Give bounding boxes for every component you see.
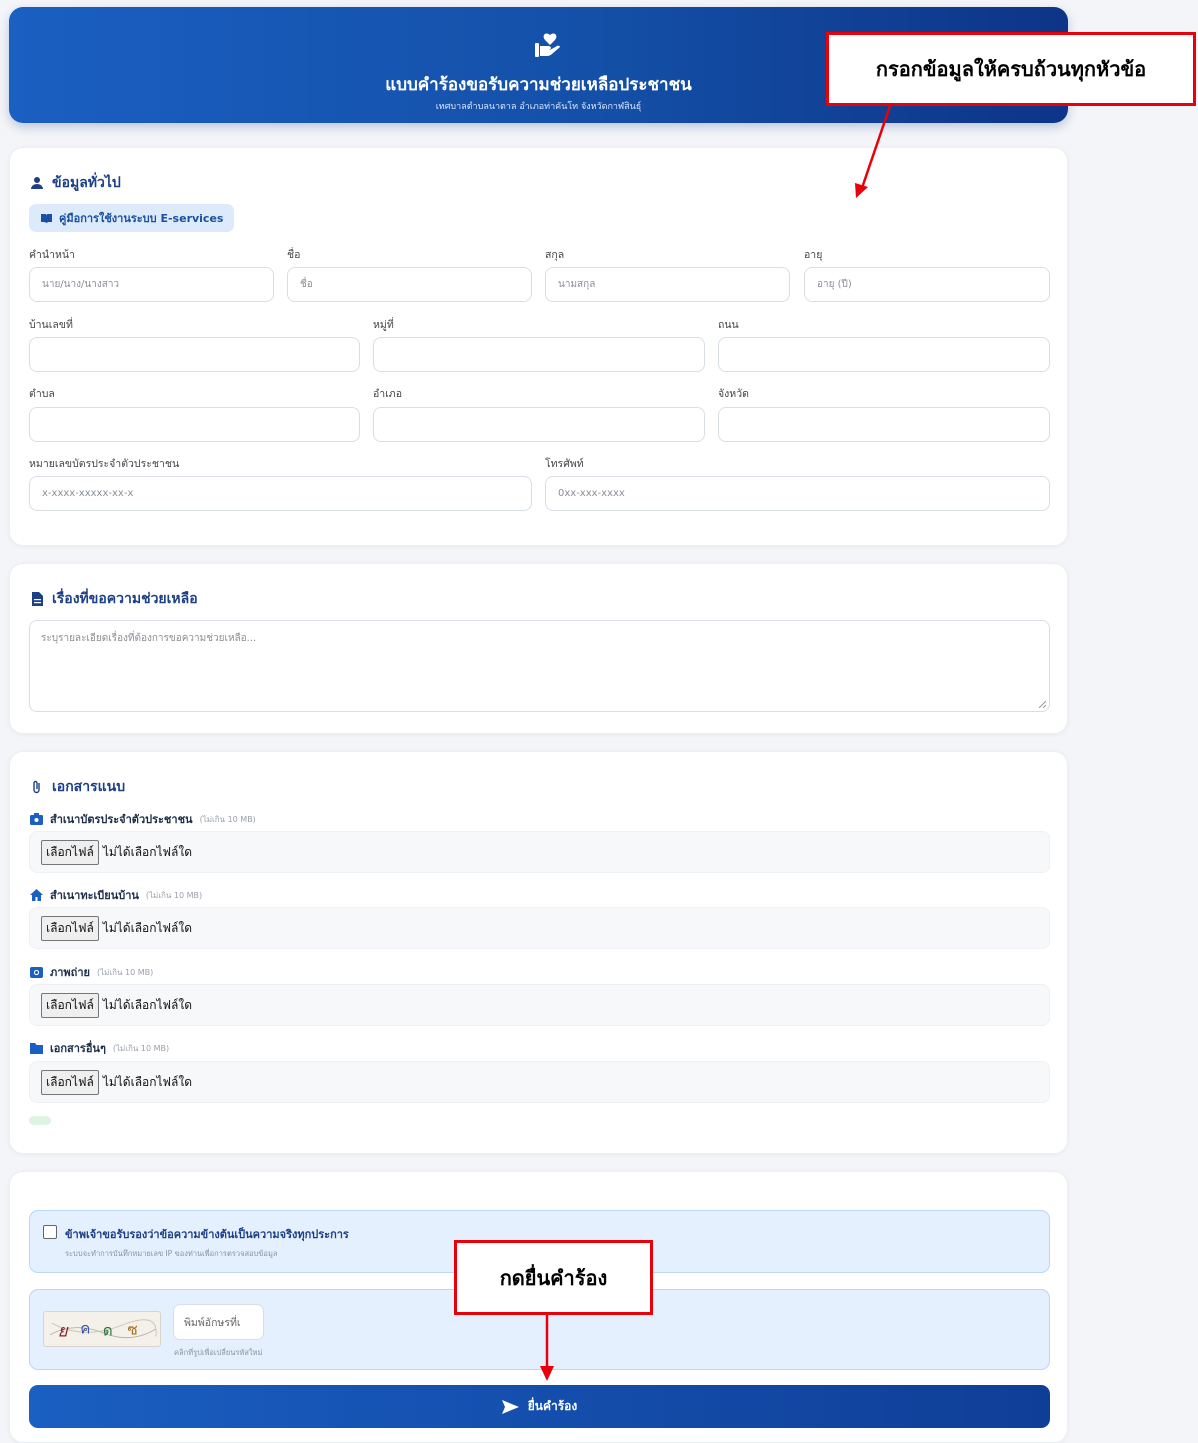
submit-button[interactable]: ยื่นคำร้อง [29,1385,1050,1428]
book-icon [41,213,52,223]
id-card-icon [30,813,43,825]
request-card: เรื่องที่ขอความช่วยเหลือ ระบุรายละเอียดเ… [9,563,1068,734]
last-name-input[interactable]: นามสกุล [545,267,790,302]
file-status: ไม่ได้เลือกไฟล์ใด [102,1074,193,1089]
captcha-image[interactable]: ย ค ด ซ [43,1311,161,1347]
choose-file-button[interactable]: เลือกไฟล์ [41,992,99,1018]
file-status: ไม่ได้เลือกไฟล์ใด [102,844,193,859]
road-input[interactable] [718,337,1050,372]
house-icon [30,889,43,901]
svg-text:ย: ย [58,1322,69,1342]
general-info-card: ข้อมูลทั่วไป คู่มือการใช้งานระบบ E-servi… [9,147,1068,546]
moo-input[interactable] [373,337,705,372]
house-reg-file-input[interactable]: เลือกไฟล์ ไม่ได้เลือกไฟล์ใด [29,907,1050,949]
subdistrict-input[interactable] [29,407,360,442]
request-details-textarea[interactable]: ระบุรายละเอียดเรื่องที่ต้องการขอความช่วย… [29,620,1050,712]
certify-label: ข้าพเจ้าขอรับรองว่าข้อความข้างต้นเป็นควา… [65,1228,349,1241]
road-label: ถนน [718,319,739,331]
house-no-input[interactable] [29,337,360,372]
user-icon [31,177,43,189]
paperclip-icon [33,780,40,794]
certify-checkbox[interactable] [43,1225,57,1239]
first-name-input[interactable]: ชื่อ [287,267,532,302]
request-title: เรื่องที่ขอความช่วยเหลือ [30,588,198,610]
house-reg-file-label: สำเนาทะเบียนบ้าน (ไม่เกิน 10 MB) [30,886,202,904]
id-card-file-input[interactable]: เลือกไฟล์ ไม่ได้เลือกไฟล์ใด [29,831,1050,873]
attachments-card: เอกสารแนบ สำเนาบัตรประจำตัวประชาชน (ไม่เ… [9,751,1068,1154]
user-manual-button[interactable]: คู่มือการใช้งานระบบ E-services [29,204,235,232]
age-input[interactable]: อายุ (ปี) [804,267,1050,302]
choose-file-button[interactable]: เลือกไฟล์ [41,915,99,941]
camera-icon [30,967,43,978]
send-icon [501,1399,519,1414]
other-docs-file-label: เอกสารอื่นๆ (ไม่เกิน 10 MB) [30,1039,169,1057]
prefix-label: คำนำหน้า [29,249,75,261]
hand-heart-icon [535,33,560,57]
submit-callout: กดยื่นคำร้อง [454,1240,653,1315]
moo-label: หมู่ที่ [373,319,394,331]
general-info-title: ข้อมูลทั่วไป [30,172,121,194]
resize-handle-icon[interactable] [1038,700,1046,708]
province-label: จังหวัด [718,388,749,400]
last-name-label: สกุล [545,249,565,261]
folder-icon [30,1043,43,1054]
captcha-input[interactable]: พิมพ์อักษรที่เ [173,1304,264,1340]
upload-progress-pill [29,1116,51,1125]
subdistrict-label: ตำบล [29,388,55,400]
id-card-input[interactable]: x-xxxx-xxxxx-xx-x [29,476,532,511]
captcha-note: คลิกที่รูปเพื่อเปลี่ยนรหัสใหม่ [174,1348,263,1357]
photo-file-input[interactable]: เลือกไฟล์ ไม่ได้เลือกไฟล์ใด [29,984,1050,1026]
phone-label: โทรศัพท์ [545,458,584,470]
document-icon [32,592,43,606]
age-label: อายุ [804,249,823,261]
province-input[interactable] [718,407,1050,442]
phone-input[interactable]: 0xx-xxx-xxxx [545,476,1050,511]
id-card-file-label: สำเนาบัตรประจำตัวประชาชน (ไม่เกิน 10 MB) [30,810,256,828]
certify-note: ระบบจะทำการบันทึกหมายเลข IP ของท่านเพื่อ… [65,1249,278,1258]
district-label: อำเภอ [373,388,403,400]
id-card-label: หมายเลขบัตรประจำตัวประชาชน [29,458,180,470]
fill-all-fields-callout: กรอกข้อมูลให้ครบถ้วนทุกหัวข้อ [826,32,1196,106]
house-no-label: บ้านเลขที่ [29,319,73,331]
choose-file-button[interactable]: เลือกไฟล์ [41,1069,99,1095]
svg-text:ค: ค [80,1320,90,1338]
file-status: ไม่ได้เลือกไฟล์ใด [102,920,193,935]
choose-file-button[interactable]: เลือกไฟล์ [41,839,99,865]
other-docs-file-input[interactable]: เลือกไฟล์ ไม่ได้เลือกไฟล์ใด [29,1061,1050,1103]
prefix-input[interactable]: นาย/นาง/นางสาว [29,267,274,302]
district-input[interactable] [373,407,705,442]
attachments-title: เอกสารแนบ [30,776,125,798]
file-status: ไม่ได้เลือกไฟล์ใด [102,997,193,1012]
first-name-label: ชื่อ [287,249,301,261]
svg-text:ด: ด [103,1322,113,1340]
svg-text:ซ: ซ [128,1321,138,1339]
photo-file-label: ภาพถ่าย (ไม่เกิน 10 MB) [30,963,153,981]
